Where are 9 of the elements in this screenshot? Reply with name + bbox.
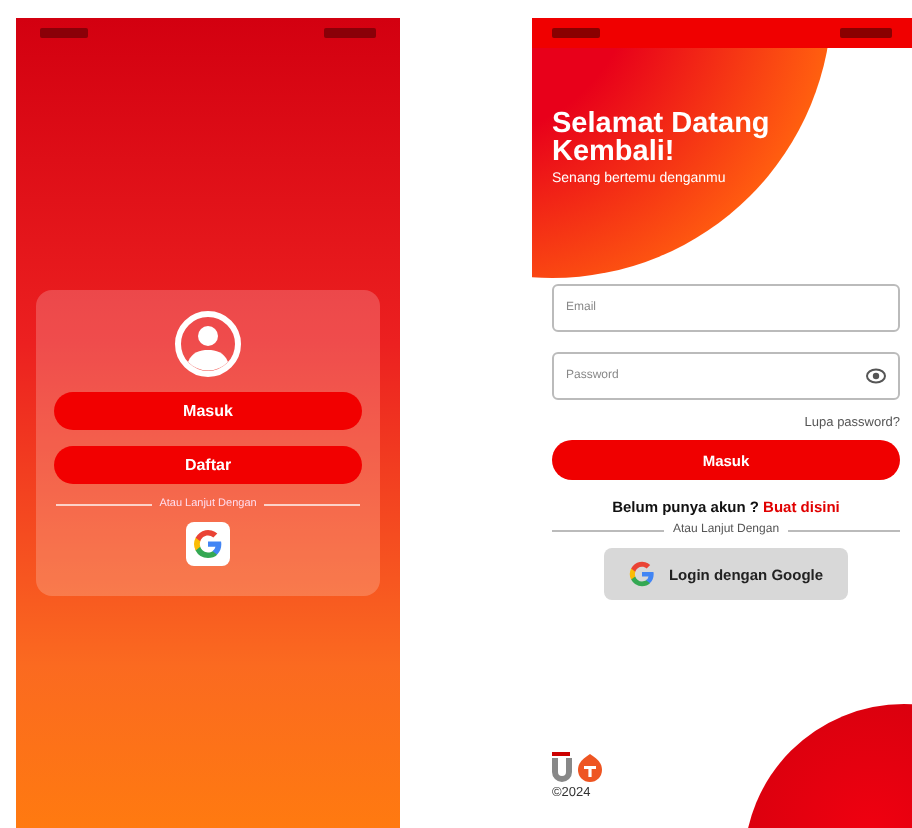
eye-icon[interactable] (866, 368, 886, 384)
brand-logo-icon (552, 752, 604, 782)
welcome-title: Selamat Datang Kembali! (552, 110, 772, 166)
google-button[interactable] (186, 522, 230, 566)
google-icon (192, 528, 224, 560)
google-icon (628, 560, 657, 588)
action-button[interactable]: Daftar (54, 446, 362, 484)
action-button[interactable]: Masuk (54, 392, 362, 430)
user-avatar-icon (174, 310, 242, 378)
